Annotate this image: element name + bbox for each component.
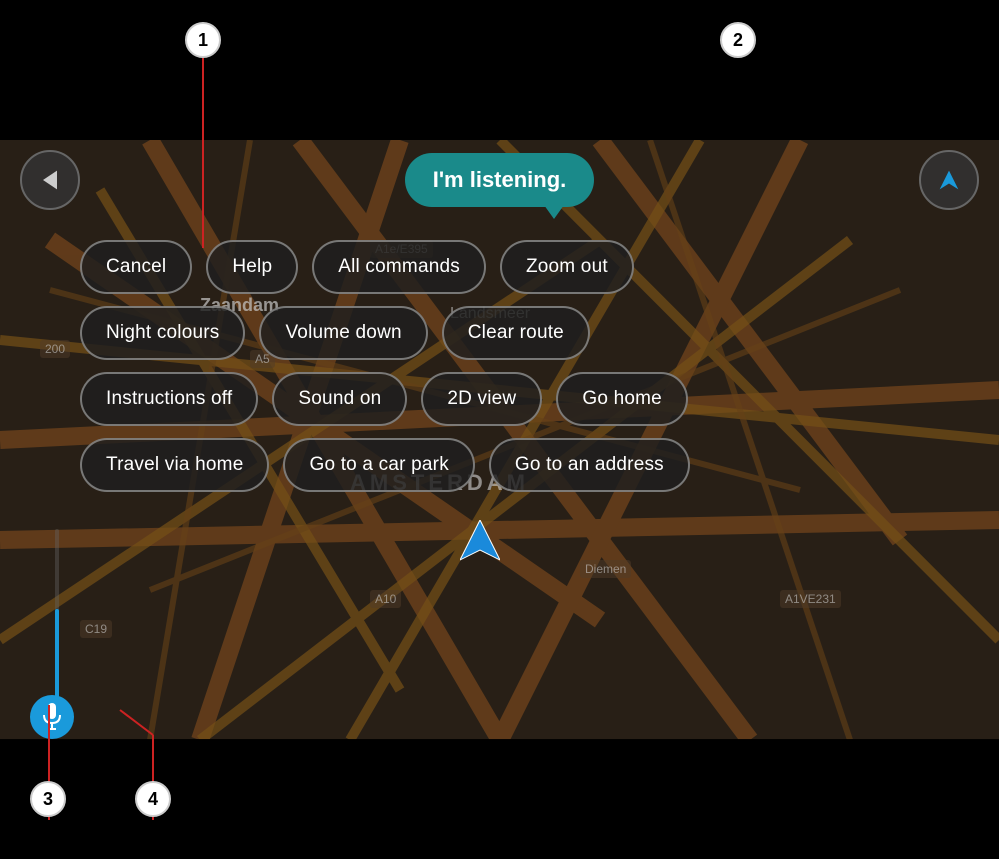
tomtom-arrow-icon xyxy=(460,520,500,575)
annotation-4: 4 xyxy=(135,781,171,817)
volume-down-button[interactable]: Volume down xyxy=(259,306,427,360)
microphone-button[interactable] xyxy=(30,695,74,739)
help-button[interactable]: Help xyxy=(206,240,298,294)
go-to-address-button[interactable]: Go to an address xyxy=(489,438,690,492)
night-colours-button[interactable]: Night colours xyxy=(80,306,245,360)
commands-row-1: Cancel Help All commands Zoom out xyxy=(80,240,979,294)
annotation-1: 1 xyxy=(185,22,221,58)
listening-text: I'm listening. xyxy=(433,167,567,192)
top-navigation-bar: I'm listening. xyxy=(0,140,999,220)
road-label-a1ve231: A1VE231 xyxy=(780,590,841,608)
go-home-button[interactable]: Go home xyxy=(556,372,688,426)
road-label-a10: A10 xyxy=(370,590,401,608)
road-label-c19: C19 xyxy=(80,620,112,638)
travel-via-home-button[interactable]: Travel via home xyxy=(80,438,269,492)
commands-row-4: Travel via home Go to a car park Go to a… xyxy=(80,438,979,492)
road-label-diemen: Diemen xyxy=(580,560,631,578)
microphone-area xyxy=(30,695,74,739)
listening-bubble: I'm listening. xyxy=(405,153,595,207)
zoom-out-button[interactable]: Zoom out xyxy=(500,240,634,294)
annotation-3: 3 xyxy=(30,781,66,817)
back-button[interactable] xyxy=(20,150,80,210)
commands-row-3: Instructions off Sound on 2D view Go hom… xyxy=(80,372,979,426)
annotation-2: 2 xyxy=(720,22,756,58)
road-label-a200: 200 xyxy=(40,340,70,358)
commands-row-2: Night colours Volume down Clear route xyxy=(80,306,979,360)
commands-grid: Cancel Help All commands Zoom out Night … xyxy=(80,240,979,492)
all-commands-button[interactable]: All commands xyxy=(312,240,486,294)
cancel-button[interactable]: Cancel xyxy=(80,240,192,294)
go-to-car-park-button[interactable]: Go to a car park xyxy=(283,438,474,492)
clear-route-button[interactable]: Clear route xyxy=(442,306,590,360)
navigate-button[interactable] xyxy=(919,150,979,210)
2d-view-button[interactable]: 2D view xyxy=(421,372,542,426)
sound-on-button[interactable]: Sound on xyxy=(272,372,407,426)
instructions-off-button[interactable]: Instructions off xyxy=(80,372,258,426)
